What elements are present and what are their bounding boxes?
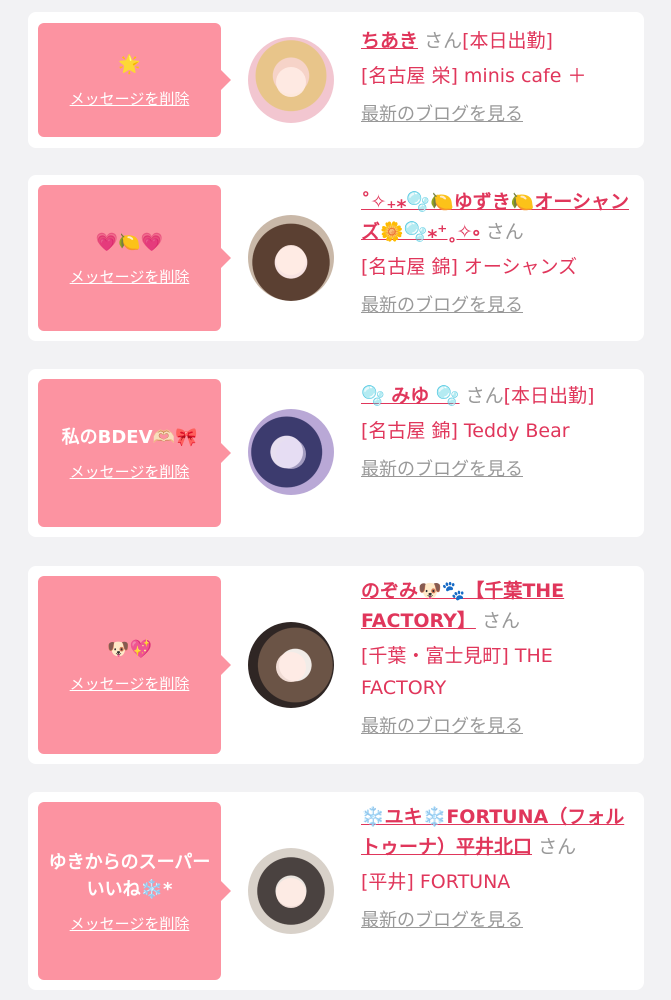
honorific-suffix: さん — [465, 385, 504, 407]
shop-label: [名古屋 栄] minis cafe ＋ — [361, 65, 587, 87]
message-card: ゆきからのスーパーいいね❄️* メッセージを削除 ❄️ユキ❄️FORTUNA（フ… — [28, 792, 644, 990]
name-line: 🫧 みゆ 🫧 さん[本日出勤] — [361, 381, 633, 411]
avatar[interactable] — [248, 848, 334, 934]
delete-message-link[interactable]: メッセージを削除 — [70, 673, 190, 694]
profile-info: ❄️ユキ❄️FORTUNA（フォルトゥーナ）平井北口 さん [平井] FORTU… — [361, 802, 633, 932]
attendance-badge: [本日出勤] — [503, 385, 595, 407]
message-box: 🐶💖 メッセージを削除 — [38, 576, 231, 754]
avatar-photo — [276, 652, 306, 682]
shop-label: [千葉・富士見町] THE FACTORY — [361, 645, 553, 699]
name-line: ˚✧₊⁎🫧🍋ゆずき🍋オーシャンズ🌼🫧⁎⁺˳✧༚ さん — [361, 187, 633, 247]
latest-blog-link[interactable]: 最新のブログを見る — [361, 291, 523, 317]
message-box: ゆきからのスーパーいいね❄️* メッセージを削除 — [38, 802, 231, 980]
message-card: 💗🍋💗 メッセージを削除 ˚✧₊⁎🫧🍋ゆずき🍋オーシャンズ🌼🫧⁎⁺˳✧༚ さん … — [28, 175, 644, 341]
delete-message-link[interactable]: メッセージを削除 — [70, 913, 190, 934]
message-text: 🌟 — [118, 54, 141, 75]
message-box: 私のBDEV🫶🏻🎀 メッセージを削除 — [38, 379, 231, 527]
latest-blog-link[interactable]: 最新のブログを見る — [361, 455, 523, 481]
name-line: ちあき さん[本日出勤] — [361, 26, 633, 56]
profile-name-link[interactable]: ❄️ユキ❄️FORTUNA（フォルトゥーナ）平井北口 — [361, 806, 624, 858]
profile-name-link[interactable]: のぞみ🐶🐾【千葉THE FACTORY】 — [361, 580, 564, 632]
profile-name-link[interactable]: 🫧 みゆ 🫧 — [361, 385, 460, 407]
message-box: 💗🍋💗 メッセージを削除 — [38, 185, 231, 331]
attendance-badge: [本日出勤] — [462, 30, 553, 52]
message-card: 🐶💖 メッセージを削除 のぞみ🐶🐾【千葉THE FACTORY】 さん [千葉・… — [28, 566, 644, 764]
avatar-photo — [276, 245, 306, 275]
avatar[interactable] — [248, 37, 334, 123]
message-text: 💗🍋💗 — [95, 232, 164, 253]
message-card-list: 🌟 メッセージを削除 ちあき さん[本日出勤] [名古屋 栄] minis ca… — [0, 0, 671, 1000]
message-card: 🌟 メッセージを削除 ちあき さん[本日出勤] [名古屋 栄] minis ca… — [28, 12, 644, 148]
profile-name-link[interactable]: ちあき — [361, 30, 418, 52]
profile-info: 🫧 みゆ 🫧 さん[本日出勤] [名古屋 錦] Teddy Bear 最新のブロ… — [361, 381, 633, 481]
avatar[interactable] — [248, 215, 334, 301]
delete-message-link[interactable]: メッセージを削除 — [70, 266, 190, 287]
shop-label: [名古屋 錦] Teddy Bear — [361, 420, 570, 442]
profile-info: ちあき さん[本日出勤] [名古屋 栄] minis cafe ＋ 最新のブログ… — [361, 26, 633, 126]
message-text: 私のBDEV🫶🏻🎀 — [61, 427, 198, 448]
delete-message-link[interactable]: メッセージを削除 — [70, 461, 190, 482]
name-line: ❄️ユキ❄️FORTUNA（フォルトゥーナ）平井北口 さん — [361, 802, 633, 862]
profile-info: のぞみ🐶🐾【千葉THE FACTORY】 さん [千葉・富士見町] THE FA… — [361, 576, 633, 738]
honorific-suffix: さん — [424, 30, 463, 52]
avatar[interactable] — [248, 622, 334, 708]
message-text: 🐶💖 — [107, 639, 152, 660]
avatar-photo — [276, 439, 306, 469]
honorific-suffix: さん — [485, 221, 524, 243]
avatar-photo — [276, 878, 306, 908]
message-card: 私のBDEV🫶🏻🎀 メッセージを削除 🫧 みゆ 🫧 さん[本日出勤] [名古屋 … — [28, 369, 644, 537]
latest-blog-link[interactable]: 最新のブログを見る — [361, 712, 523, 738]
avatar[interactable] — [248, 409, 334, 495]
honorific-suffix: さん — [538, 836, 577, 858]
name-line: のぞみ🐶🐾【千葉THE FACTORY】 さん — [361, 576, 633, 636]
avatar-photo — [276, 67, 306, 97]
honorific-suffix: さん — [481, 610, 520, 632]
shop-label: [名古屋 錦] オーシャンズ — [361, 256, 578, 278]
latest-blog-link[interactable]: 最新のブログを見る — [361, 100, 523, 126]
message-box: 🌟 メッセージを削除 — [38, 23, 231, 137]
shop-label: [平井] FORTUNA — [361, 871, 511, 893]
profile-info: ˚✧₊⁎🫧🍋ゆずき🍋オーシャンズ🌼🫧⁎⁺˳✧༚ さん [名古屋 錦] オーシャン… — [361, 187, 633, 317]
message-text: ゆきからのスーパーいいね❄️* — [48, 851, 211, 900]
latest-blog-link[interactable]: 最新のブログを見る — [361, 906, 523, 932]
delete-message-link[interactable]: メッセージを削除 — [70, 88, 190, 109]
